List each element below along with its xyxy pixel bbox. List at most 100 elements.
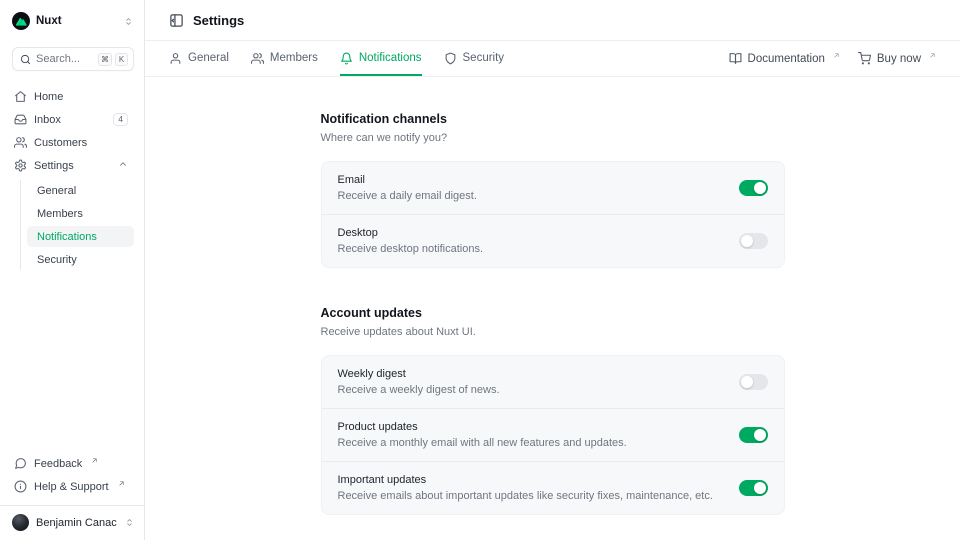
sidebar-collapse-icon[interactable] xyxy=(169,13,184,28)
important-updates-toggle[interactable] xyxy=(739,480,768,496)
external-link-icon xyxy=(833,52,840,59)
kbd-k: K xyxy=(115,53,128,66)
tab-label: Security xyxy=(463,52,505,64)
setting-description: Receive emails about important updates l… xyxy=(338,490,713,502)
settings-card: Weekly digest Receive a weekly digest of… xyxy=(321,355,785,515)
action-label: Buy now xyxy=(877,53,921,65)
sidebar-subitem-label: Security xyxy=(37,254,77,266)
search-icon xyxy=(20,54,31,65)
section-title: Notification channels xyxy=(321,112,785,126)
external-link-icon xyxy=(929,52,936,59)
sidebar-item-label: Home xyxy=(34,91,63,103)
product-updates-toggle[interactable] xyxy=(739,427,768,443)
email-toggle[interactable] xyxy=(739,180,768,196)
setting-row-product-updates: Product updates Receive a monthly email … xyxy=(322,408,784,461)
page-header: Settings xyxy=(145,0,960,41)
setting-title: Weekly digest xyxy=(338,368,500,380)
setting-row-desktop: Desktop Receive desktop notifications. xyxy=(322,214,784,267)
sidebar-nav: Home Inbox 4 Customers Settings General xyxy=(12,86,134,270)
section-title: Account updates xyxy=(321,306,785,320)
setting-row-important-updates: Important updates Receive emails about i… xyxy=(322,461,784,514)
user-name: Benjamin Canac xyxy=(36,517,117,529)
settings-tabs: General Members Notifications Security D… xyxy=(145,41,960,77)
section-description: Receive updates about Nuxt UI. xyxy=(321,326,785,338)
chevrons-up-down-icon xyxy=(124,517,135,528)
chevrons-up-down-icon xyxy=(123,16,134,27)
setting-description: Receive a daily email digest. xyxy=(338,190,477,202)
tab-members[interactable]: Members xyxy=(251,41,318,76)
search-input[interactable]: Search... ⌘ K xyxy=(12,47,134,71)
cart-icon xyxy=(858,52,871,65)
tab-general[interactable]: General xyxy=(169,41,229,76)
sidebar-item-settings[interactable]: Settings xyxy=(12,155,134,176)
action-label: Documentation xyxy=(748,53,825,65)
book-icon xyxy=(729,52,742,65)
help-support-link[interactable]: Help & Support xyxy=(12,476,134,497)
setting-row-weekly-digest: Weekly digest Receive a weekly digest of… xyxy=(322,356,784,408)
section-notification-channels: Notification channels Where can we notif… xyxy=(321,112,785,268)
users-icon xyxy=(14,136,27,149)
footer-link-label: Feedback xyxy=(34,458,82,470)
search-placeholder: Search... xyxy=(36,53,80,65)
sidebar-item-members[interactable]: Members xyxy=(27,203,134,224)
tab-label: Notifications xyxy=(359,52,422,64)
feedback-link[interactable]: Feedback xyxy=(12,453,134,474)
section-account-updates: Account updates Receive updates about Nu… xyxy=(321,306,785,515)
sidebar-item-label: Inbox xyxy=(34,114,61,126)
sidebar-subitem-label: General xyxy=(37,185,76,197)
user-menu[interactable]: Benjamin Canac xyxy=(0,505,144,540)
nuxt-logo-icon xyxy=(12,12,30,30)
inbox-count-badge: 4 xyxy=(113,113,128,126)
sidebar-item-customers[interactable]: Customers xyxy=(12,132,134,153)
sidebar-subitem-label: Notifications xyxy=(37,231,97,243)
settings-content: Notification channels Where can we notif… xyxy=(145,77,960,540)
footer-link-label: Help & Support xyxy=(34,481,109,493)
home-icon xyxy=(14,90,27,103)
section-description: Where can we notify you? xyxy=(321,132,785,144)
sidebar-item-notifications[interactable]: Notifications xyxy=(27,226,134,247)
main-panel: Settings General Members Notifications S… xyxy=(145,0,960,540)
user-icon xyxy=(169,52,182,65)
documentation-link[interactable]: Documentation xyxy=(729,52,840,65)
bell-icon xyxy=(340,52,353,65)
weekly-digest-toggle[interactable] xyxy=(739,374,768,390)
setting-title: Important updates xyxy=(338,474,713,486)
setting-row-email: Email Receive a daily email digest. xyxy=(322,162,784,214)
buy-now-link[interactable]: Buy now xyxy=(858,52,936,65)
user-avatar xyxy=(12,514,29,531)
workspace-name: Nuxt xyxy=(36,15,62,27)
sidebar: Nuxt Search... ⌘ K Home Inbox 4 Cu xyxy=(0,0,145,540)
desktop-toggle[interactable] xyxy=(739,233,768,249)
gear-icon xyxy=(14,159,27,172)
setting-title: Product updates xyxy=(338,421,627,433)
settings-subtree: General Members Notifications Security xyxy=(20,180,134,270)
sidebar-item-inbox[interactable]: Inbox 4 xyxy=(12,109,134,130)
tab-security[interactable]: Security xyxy=(444,41,505,76)
sidebar-item-label: Settings xyxy=(34,160,74,172)
external-link-icon xyxy=(91,457,98,464)
chevron-up-icon xyxy=(118,159,128,172)
page-title: Settings xyxy=(193,13,244,28)
chat-bubble-icon xyxy=(14,457,27,470)
header-actions: Documentation Buy now xyxy=(729,41,936,76)
setting-title: Desktop xyxy=(338,227,484,239)
setting-description: Receive desktop notifications. xyxy=(338,243,484,255)
sidebar-item-home[interactable]: Home xyxy=(12,86,134,107)
workspace-switcher[interactable]: Nuxt xyxy=(12,10,134,32)
setting-description: Receive a weekly digest of news. xyxy=(338,384,500,396)
search-shortcut: ⌘ K xyxy=(98,53,128,66)
sidebar-footer: Feedback Help & Support xyxy=(12,453,134,505)
sidebar-item-label: Customers xyxy=(34,137,87,149)
tab-notifications[interactable]: Notifications xyxy=(340,41,422,76)
external-link-icon xyxy=(118,480,125,487)
app-window: Nuxt Search... ⌘ K Home Inbox 4 Cu xyxy=(0,0,960,540)
tab-label: General xyxy=(188,52,229,64)
sidebar-item-general[interactable]: General xyxy=(27,180,134,201)
shield-icon xyxy=(444,52,457,65)
info-circle-icon xyxy=(14,480,27,493)
kbd-cmd: ⌘ xyxy=(98,53,112,66)
inbox-icon xyxy=(14,113,27,126)
setting-description: Receive a monthly email with all new fea… xyxy=(338,437,627,449)
sidebar-item-security[interactable]: Security xyxy=(27,249,134,270)
settings-card: Email Receive a daily email digest. Desk… xyxy=(321,161,785,268)
